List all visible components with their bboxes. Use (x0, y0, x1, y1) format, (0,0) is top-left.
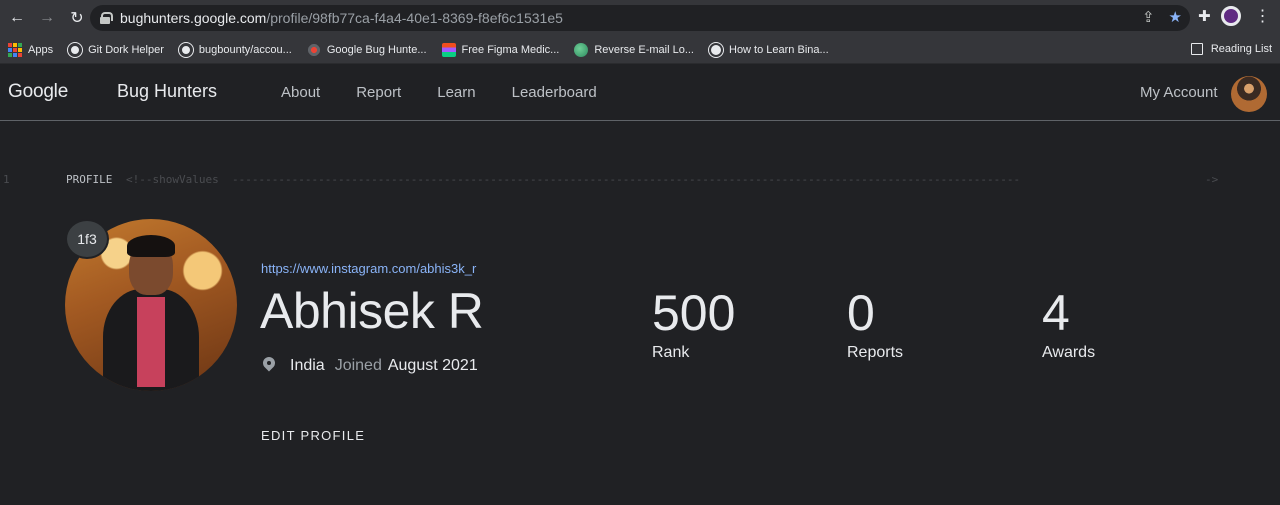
code-dashes: ----------------------------------------… (232, 173, 1021, 186)
bookmark-git-dork-helper[interactable]: Git Dork Helper (68, 42, 164, 57)
apps-grid-icon (8, 42, 22, 57)
forward-icon[interactable]: → (34, 5, 60, 31)
level-badge: 1f3 (65, 219, 109, 259)
stat-rank-label: Rank (652, 344, 690, 361)
my-account-link[interactable]: My Account (1140, 84, 1218, 101)
profile-country: India (290, 357, 325, 374)
share-icon[interactable]: ⇪ (1142, 8, 1155, 26)
github-icon (68, 42, 83, 57)
github-icon (178, 42, 193, 57)
nav-report[interactable]: Report (356, 84, 401, 101)
bookmark-figma[interactable]: Free Figma Medic... (441, 42, 559, 57)
bookmarks-bar: Apps Git Dork Helper bugbounty/accou... … (0, 36, 1280, 64)
instagram-link[interactable]: https://www.instagram.com/abhis3k_r (261, 261, 476, 276)
stat-awards-value: 4 (1042, 285, 1070, 341)
edit-profile-button[interactable]: EDIT PROFILE (261, 428, 365, 443)
back-icon[interactable]: ← (4, 5, 30, 31)
profile-keyword: PROFILE (66, 173, 113, 186)
product-name[interactable]: Bug Hunters (117, 81, 217, 102)
avatar-figure-hair (127, 235, 175, 257)
joined-date: August 2021 (387, 357, 478, 374)
reload-icon[interactable]: ↻ (64, 5, 90, 31)
url-text: bughunters.google.com/profile/98fb77ca-f… (120, 10, 563, 26)
bookmark-apps[interactable]: Apps (8, 42, 53, 57)
stat-reports: 0 Reports (847, 284, 903, 362)
bookmark-star-icon[interactable]: ★ (1169, 8, 1182, 26)
stat-rank: 500 Rank (652, 284, 735, 362)
reading-list-icon (1190, 43, 1203, 55)
address-bar[interactable]: bughunters.google.com/profile/98fb77ca-f… (90, 5, 1190, 31)
lock-icon (100, 12, 113, 24)
globe-icon (574, 42, 589, 57)
profile-section-heading: 1 PROFILE <!--showValues ---------------… (0, 173, 1280, 189)
bookmark-bugbounty[interactable]: bugbounty/accou... (178, 42, 292, 57)
account-avatar[interactable] (1231, 76, 1267, 112)
browser-profile-avatar[interactable] (1220, 6, 1241, 26)
browser-toolbar: ← → ↻ bughunters.google.com/profile/98fb… (0, 0, 1280, 36)
nav-about[interactable]: About (281, 84, 320, 101)
code-comment-end: -> (1205, 173, 1219, 186)
site-header: Google Bug Hunters About Report Learn Le… (0, 64, 1280, 121)
figma-icon (441, 42, 456, 57)
reading-list[interactable]: Reading List (1190, 43, 1272, 55)
line-number: 1 (3, 173, 10, 186)
stat-awards-label: Awards (1042, 344, 1096, 361)
stat-awards: 4 Awards (1042, 284, 1095, 362)
bookmark-reverse-email[interactable]: Reverse E-mail Lo... (574, 42, 694, 57)
stat-reports-value: 0 (847, 285, 875, 341)
browser-menu-icon[interactable]: ⋮ (1255, 6, 1271, 26)
stat-rank-value: 500 (652, 285, 736, 341)
stat-reports-label: Reports (847, 344, 904, 361)
bookmark-google-bug-hunters[interactable]: Google Bug Hunte... (306, 42, 427, 57)
google-logo[interactable]: Google (8, 81, 68, 103)
avatar-figure-shirt (137, 297, 165, 387)
joined-label: Joined (334, 357, 382, 374)
extensions-icon[interactable]: ✚ (1198, 7, 1211, 25)
code-comment: <!--showValues (126, 173, 219, 186)
location-pin-icon (262, 357, 276, 375)
nav-learn[interactable]: Learn (437, 84, 475, 101)
profile-meta: India Joined August 2021 (262, 357, 478, 375)
main-nav: About Report Learn Leaderboard (281, 84, 633, 101)
bookmark-learn-binary[interactable]: How to Learn Bina... (709, 42, 829, 57)
bug-hunters-icon (306, 42, 321, 57)
nav-leaderboard[interactable]: Leaderboard (512, 84, 597, 101)
globe-icon (709, 42, 723, 57)
profile-name: Abhisek R (260, 283, 484, 339)
